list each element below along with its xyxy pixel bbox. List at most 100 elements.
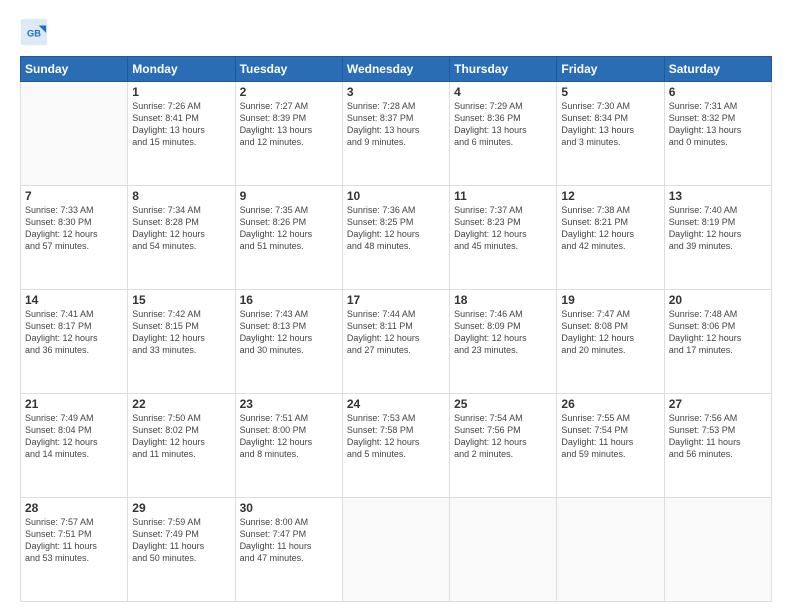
day-number: 6 bbox=[669, 85, 767, 99]
day-number: 25 bbox=[454, 397, 552, 411]
day-info: Sunrise: 7:28 AMSunset: 8:37 PMDaylight:… bbox=[347, 100, 445, 149]
day-number: 12 bbox=[561, 189, 659, 203]
day-info: Sunrise: 7:44 AMSunset: 8:11 PMDaylight:… bbox=[347, 308, 445, 357]
calendar-cell: 6Sunrise: 7:31 AMSunset: 8:32 PMDaylight… bbox=[664, 82, 771, 186]
calendar-cell: 2Sunrise: 7:27 AMSunset: 8:39 PMDaylight… bbox=[235, 82, 342, 186]
calendar-cell: 28Sunrise: 7:57 AMSunset: 7:51 PMDayligh… bbox=[21, 498, 128, 602]
calendar: SundayMondayTuesdayWednesdayThursdayFrid… bbox=[20, 56, 772, 602]
day-number: 23 bbox=[240, 397, 338, 411]
calendar-header-sunday: Sunday bbox=[21, 57, 128, 82]
calendar-cell: 25Sunrise: 7:54 AMSunset: 7:56 PMDayligh… bbox=[450, 394, 557, 498]
day-info: Sunrise: 7:46 AMSunset: 8:09 PMDaylight:… bbox=[454, 308, 552, 357]
day-info: Sunrise: 7:42 AMSunset: 8:15 PMDaylight:… bbox=[132, 308, 230, 357]
calendar-cell: 18Sunrise: 7:46 AMSunset: 8:09 PMDayligh… bbox=[450, 290, 557, 394]
day-number: 4 bbox=[454, 85, 552, 99]
calendar-cell bbox=[557, 498, 664, 602]
day-info: Sunrise: 7:41 AMSunset: 8:17 PMDaylight:… bbox=[25, 308, 123, 357]
day-info: Sunrise: 7:51 AMSunset: 8:00 PMDaylight:… bbox=[240, 412, 338, 461]
day-info: Sunrise: 7:33 AMSunset: 8:30 PMDaylight:… bbox=[25, 204, 123, 253]
calendar-header-monday: Monday bbox=[128, 57, 235, 82]
calendar-header-row: SundayMondayTuesdayWednesdayThursdayFrid… bbox=[21, 57, 772, 82]
day-info: Sunrise: 7:54 AMSunset: 7:56 PMDaylight:… bbox=[454, 412, 552, 461]
calendar-cell: 26Sunrise: 7:55 AMSunset: 7:54 PMDayligh… bbox=[557, 394, 664, 498]
day-info: Sunrise: 7:47 AMSunset: 8:08 PMDaylight:… bbox=[561, 308, 659, 357]
calendar-header-friday: Friday bbox=[557, 57, 664, 82]
day-info: Sunrise: 7:27 AMSunset: 8:39 PMDaylight:… bbox=[240, 100, 338, 149]
day-info: Sunrise: 7:40 AMSunset: 8:19 PMDaylight:… bbox=[669, 204, 767, 253]
day-number: 19 bbox=[561, 293, 659, 307]
day-number: 27 bbox=[669, 397, 767, 411]
day-info: Sunrise: 7:49 AMSunset: 8:04 PMDaylight:… bbox=[25, 412, 123, 461]
day-number: 15 bbox=[132, 293, 230, 307]
day-info: Sunrise: 7:30 AMSunset: 8:34 PMDaylight:… bbox=[561, 100, 659, 149]
day-number: 22 bbox=[132, 397, 230, 411]
header: GB bbox=[20, 18, 772, 46]
calendar-cell: 16Sunrise: 7:43 AMSunset: 8:13 PMDayligh… bbox=[235, 290, 342, 394]
calendar-cell: 5Sunrise: 7:30 AMSunset: 8:34 PMDaylight… bbox=[557, 82, 664, 186]
calendar-cell: 1Sunrise: 7:26 AMSunset: 8:41 PMDaylight… bbox=[128, 82, 235, 186]
calendar-cell: 27Sunrise: 7:56 AMSunset: 7:53 PMDayligh… bbox=[664, 394, 771, 498]
logo: GB bbox=[20, 18, 52, 46]
day-number: 29 bbox=[132, 501, 230, 515]
day-info: Sunrise: 7:43 AMSunset: 8:13 PMDaylight:… bbox=[240, 308, 338, 357]
day-number: 13 bbox=[669, 189, 767, 203]
calendar-cell: 13Sunrise: 7:40 AMSunset: 8:19 PMDayligh… bbox=[664, 186, 771, 290]
calendar-cell: 3Sunrise: 7:28 AMSunset: 8:37 PMDaylight… bbox=[342, 82, 449, 186]
calendar-week-row: 1Sunrise: 7:26 AMSunset: 8:41 PMDaylight… bbox=[21, 82, 772, 186]
calendar-cell bbox=[21, 82, 128, 186]
calendar-cell bbox=[450, 498, 557, 602]
calendar-cell: 14Sunrise: 7:41 AMSunset: 8:17 PMDayligh… bbox=[21, 290, 128, 394]
calendar-cell: 17Sunrise: 7:44 AMSunset: 8:11 PMDayligh… bbox=[342, 290, 449, 394]
calendar-cell bbox=[342, 498, 449, 602]
day-number: 30 bbox=[240, 501, 338, 515]
day-info: Sunrise: 7:59 AMSunset: 7:49 PMDaylight:… bbox=[132, 516, 230, 565]
day-number: 10 bbox=[347, 189, 445, 203]
calendar-cell: 23Sunrise: 7:51 AMSunset: 8:00 PMDayligh… bbox=[235, 394, 342, 498]
calendar-cell: 9Sunrise: 7:35 AMSunset: 8:26 PMDaylight… bbox=[235, 186, 342, 290]
calendar-cell: 12Sunrise: 7:38 AMSunset: 8:21 PMDayligh… bbox=[557, 186, 664, 290]
calendar-cell bbox=[664, 498, 771, 602]
calendar-week-row: 14Sunrise: 7:41 AMSunset: 8:17 PMDayligh… bbox=[21, 290, 772, 394]
day-number: 18 bbox=[454, 293, 552, 307]
day-number: 17 bbox=[347, 293, 445, 307]
day-number: 3 bbox=[347, 85, 445, 99]
day-info: Sunrise: 7:37 AMSunset: 8:23 PMDaylight:… bbox=[454, 204, 552, 253]
svg-text:GB: GB bbox=[27, 29, 41, 39]
calendar-cell: 20Sunrise: 7:48 AMSunset: 8:06 PMDayligh… bbox=[664, 290, 771, 394]
calendar-header-tuesday: Tuesday bbox=[235, 57, 342, 82]
calendar-cell: 29Sunrise: 7:59 AMSunset: 7:49 PMDayligh… bbox=[128, 498, 235, 602]
day-number: 7 bbox=[25, 189, 123, 203]
day-number: 21 bbox=[25, 397, 123, 411]
day-info: Sunrise: 7:55 AMSunset: 7:54 PMDaylight:… bbox=[561, 412, 659, 461]
day-number: 2 bbox=[240, 85, 338, 99]
calendar-cell: 8Sunrise: 7:34 AMSunset: 8:28 PMDaylight… bbox=[128, 186, 235, 290]
calendar-header-saturday: Saturday bbox=[664, 57, 771, 82]
day-info: Sunrise: 7:53 AMSunset: 7:58 PMDaylight:… bbox=[347, 412, 445, 461]
day-number: 24 bbox=[347, 397, 445, 411]
calendar-week-row: 28Sunrise: 7:57 AMSunset: 7:51 PMDayligh… bbox=[21, 498, 772, 602]
day-info: Sunrise: 7:48 AMSunset: 8:06 PMDaylight:… bbox=[669, 308, 767, 357]
day-number: 11 bbox=[454, 189, 552, 203]
day-number: 8 bbox=[132, 189, 230, 203]
calendar-cell: 11Sunrise: 7:37 AMSunset: 8:23 PMDayligh… bbox=[450, 186, 557, 290]
calendar-cell: 21Sunrise: 7:49 AMSunset: 8:04 PMDayligh… bbox=[21, 394, 128, 498]
calendar-cell: 7Sunrise: 7:33 AMSunset: 8:30 PMDaylight… bbox=[21, 186, 128, 290]
day-info: Sunrise: 7:57 AMSunset: 7:51 PMDaylight:… bbox=[25, 516, 123, 565]
calendar-cell: 15Sunrise: 7:42 AMSunset: 8:15 PMDayligh… bbox=[128, 290, 235, 394]
calendar-header-thursday: Thursday bbox=[450, 57, 557, 82]
calendar-week-row: 21Sunrise: 7:49 AMSunset: 8:04 PMDayligh… bbox=[21, 394, 772, 498]
day-number: 5 bbox=[561, 85, 659, 99]
day-number: 9 bbox=[240, 189, 338, 203]
calendar-week-row: 7Sunrise: 7:33 AMSunset: 8:30 PMDaylight… bbox=[21, 186, 772, 290]
day-number: 28 bbox=[25, 501, 123, 515]
day-info: Sunrise: 8:00 AMSunset: 7:47 PMDaylight:… bbox=[240, 516, 338, 565]
page: GB SundayMondayTuesdayWednesdayThursdayF… bbox=[0, 0, 792, 612]
calendar-cell: 10Sunrise: 7:36 AMSunset: 8:25 PMDayligh… bbox=[342, 186, 449, 290]
calendar-cell: 19Sunrise: 7:47 AMSunset: 8:08 PMDayligh… bbox=[557, 290, 664, 394]
day-info: Sunrise: 7:56 AMSunset: 7:53 PMDaylight:… bbox=[669, 412, 767, 461]
day-info: Sunrise: 7:26 AMSunset: 8:41 PMDaylight:… bbox=[132, 100, 230, 149]
day-info: Sunrise: 7:36 AMSunset: 8:25 PMDaylight:… bbox=[347, 204, 445, 253]
day-number: 20 bbox=[669, 293, 767, 307]
day-number: 14 bbox=[25, 293, 123, 307]
calendar-cell: 24Sunrise: 7:53 AMSunset: 7:58 PMDayligh… bbox=[342, 394, 449, 498]
